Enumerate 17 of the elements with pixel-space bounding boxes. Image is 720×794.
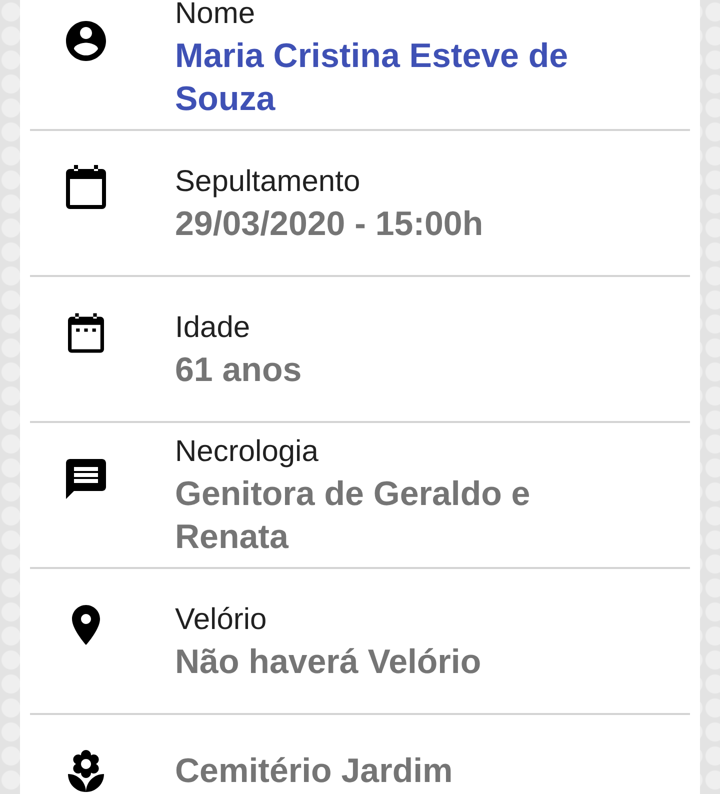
field-value: Genitora de Geraldo e Renata (175, 474, 532, 558)
field-value: Cemitério Jardim (175, 750, 453, 792)
message-icon (66, 459, 106, 499)
field-value: Não haverá Velório (175, 642, 482, 682)
calendar-icon (68, 313, 104, 353)
calendar-icon (66, 165, 106, 209)
profile-icon (66, 21, 106, 61)
field-value: 61 anos (175, 350, 302, 390)
field-label: Idade (175, 310, 252, 346)
field-label: Sepultamento (175, 164, 362, 200)
field-label: Necrologia (175, 434, 320, 470)
field-value: 29/03/2020 - 15:00h (175, 204, 484, 244)
location-pin-icon (72, 605, 100, 645)
flower-icon (68, 750, 104, 792)
field-label: Nome (175, 0, 256, 32)
field-label: Velório (175, 602, 268, 638)
field-value: Maria Cristina Esteve de Souza (175, 36, 570, 120)
